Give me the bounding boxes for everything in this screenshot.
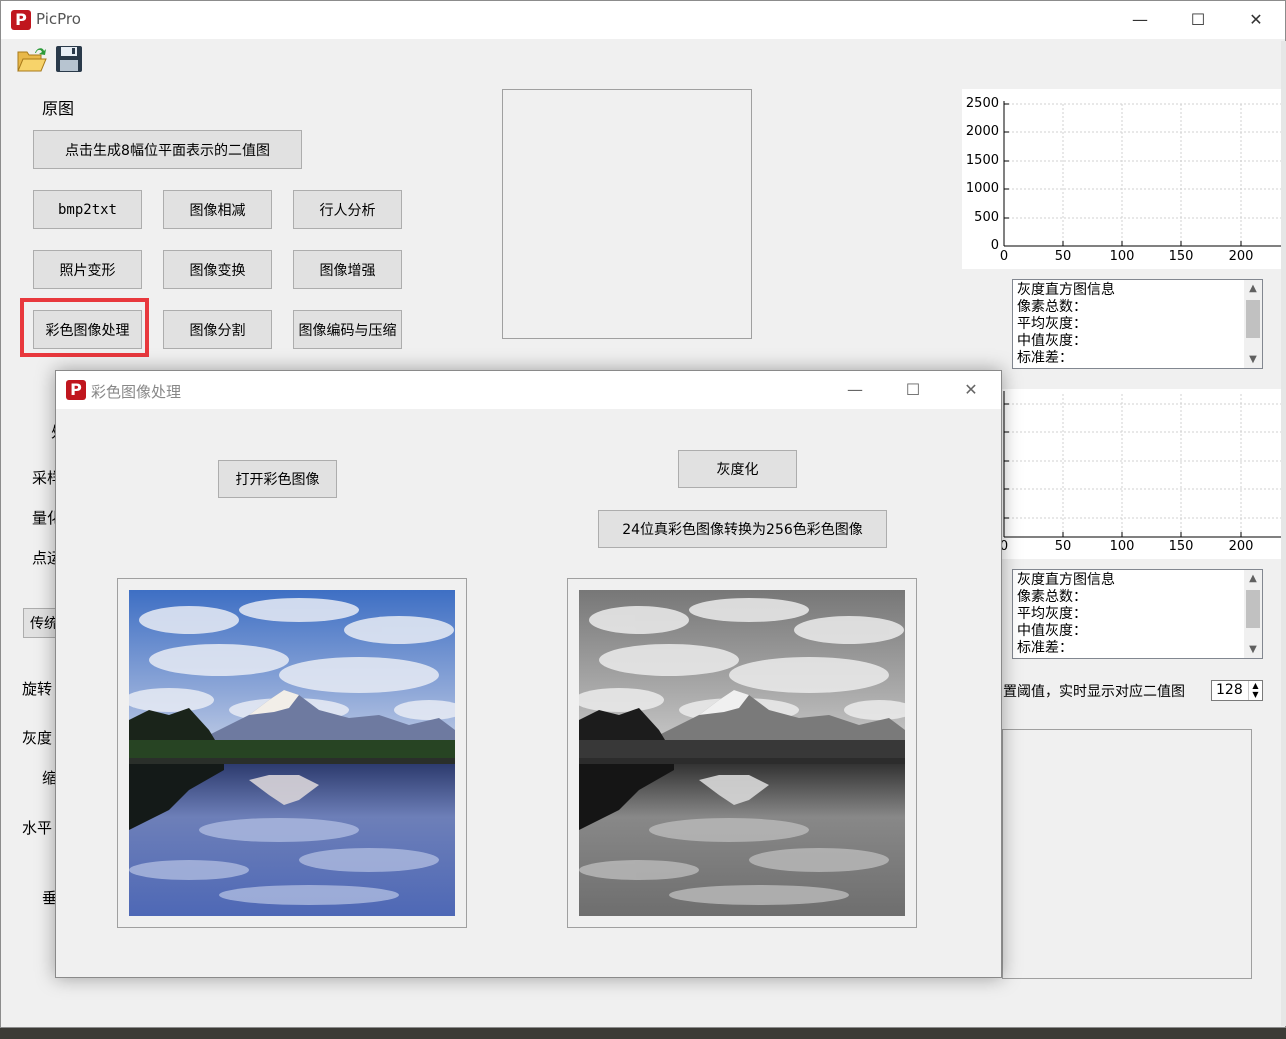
maximize-button[interactable]: ☐ [1169,1,1227,39]
original-label: 原图 [42,99,75,118]
histogram-info-box-2[interactable]: 灰度直方图信息 像素总数： 平均灰度： 中值灰度： 标准差： ▲ ▼ [1012,569,1263,659]
grayscale-image-frame [567,578,917,928]
x-tick-label: 100 [1109,249,1135,264]
color-processing-button[interactable]: 彩色图像处理 [33,310,142,349]
scroll-down-icon[interactable]: ▼ [1244,351,1262,368]
threshold-label: 置阈值，实时显示对应二值图 [1003,684,1185,700]
save-disk-icon[interactable] [55,45,83,73]
dialog-logo-icon: P [66,380,86,400]
scroll-thumb[interactable] [1246,300,1260,338]
x-tick-label: 150 [1168,539,1194,554]
left-label-fragment-6: 灰度 [22,729,53,747]
y-tick-label: 500 [974,210,999,225]
dialog-title-bar: P 彩色图像处理 — ☐ ✕ [56,371,1001,409]
scroll-up-icon[interactable]: ▲ [1244,570,1262,587]
image-subtract-button[interactable]: 图像相减 [163,190,272,229]
y-tick-label: 1500 [965,153,999,168]
scroll-down-icon[interactable]: ▼ [1244,641,1262,658]
y-tick-label: 2000 [965,124,999,139]
color-image-frame [117,578,467,928]
open-color-image-button[interactable]: 打开彩色图像 [218,460,337,498]
histogram-info-box-1[interactable]: 灰度直方图信息 像素总数： 平均灰度： 中值灰度： 标准差： ▲ ▼ [1012,279,1263,369]
color-landscape-image [129,590,455,916]
info-line: 平均灰度： [1017,316,1087,332]
convert-256-color-button[interactable]: 24位真彩色图像转换为256色彩色图像 [598,510,887,548]
x-tick-label: 150 [1168,249,1194,264]
dialog-minimize-button[interactable]: — [826,371,884,409]
y-tick-label: 2500 [965,96,999,111]
window-title: PicPro [36,10,81,28]
spin-arrows-icon[interactable]: ▲ ▼ [1248,681,1262,700]
color-processing-dialog: P 彩色图像处理 — ☐ ✕ 打开彩色图像 灰度化 24位真彩色图像转换为256… [55,370,1002,978]
left-label-fragment-5: 旋转 [22,680,53,698]
dialog-maximize-button[interactable]: ☐ [884,371,942,409]
x-tick-label: 200 [1228,539,1254,554]
image-enhance-button[interactable]: 图像增强 [293,250,402,289]
threshold-value: 128 [1216,682,1243,698]
binary-image-panel [1002,729,1252,979]
info-line: 灰度直方图信息 [1017,282,1115,298]
dialog-close-button[interactable]: ✕ [942,371,1000,409]
title-bar: P PicPro — ☐ ✕ [1,1,1285,39]
info-line: 中值灰度： [1017,333,1087,349]
y-tick-label: 1000 [965,181,999,196]
grayscale-button[interactable]: 灰度化 [678,450,797,488]
threshold-spinbox[interactable]: 128 ▲ ▼ [1211,680,1263,701]
minimize-button[interactable]: — [1111,1,1169,39]
info-line: 灰度直方图信息 [1017,572,1115,588]
grayscale-landscape-image [579,590,905,916]
scroll-up-icon[interactable]: ▲ [1244,280,1262,297]
x-tick-label: 100 [1109,539,1135,554]
info-line: 标准差： [1017,640,1073,656]
original-image-panel [502,89,752,339]
left-label-fragment-8: 水平 [22,819,53,837]
bitplane-button[interactable]: 点击生成8幅位平面表示的二值图 [33,130,302,169]
info-line: 像素总数： [1017,589,1087,605]
dialog-title: 彩色图像处理 [91,383,182,401]
info-line: 标准差： [1017,350,1073,366]
toolbar [1,39,1285,77]
image-transform-button[interactable]: 图像变换 [163,250,272,289]
open-folder-icon[interactable] [17,45,47,73]
window-edge-strip [1281,41,1286,1026]
image-codec-button[interactable]: 图像编码与压缩 [293,310,402,349]
pedestrian-analysis-button[interactable]: 行人分析 [293,190,402,229]
photo-warp-button[interactable]: 照片变形 [33,250,142,289]
info-line: 平均灰度： [1017,606,1087,622]
histogram-chart-2: 0 50 100 150 200 [962,389,1286,559]
x-tick-label: 50 [1054,539,1072,554]
app-logo-icon: P [11,10,31,30]
info-line: 中值灰度： [1017,623,1087,639]
vertical-scrollbar[interactable]: ▲ ▼ [1244,280,1262,368]
x-tick-label: 200 [1228,249,1254,264]
info-line: 像素总数： [1017,299,1087,315]
x-tick-label: 0 [999,249,1009,264]
bmp2txt-button[interactable]: bmp2txt [33,190,142,229]
image-segment-button[interactable]: 图像分割 [163,310,272,349]
scroll-thumb[interactable] [1246,590,1260,628]
x-tick-label: 50 [1054,249,1072,264]
histogram-chart-1: 2500 2000 1500 1000 500 0 0 50 100 150 2… [962,89,1286,269]
close-button[interactable]: ✕ [1227,1,1285,39]
vertical-scrollbar[interactable]: ▲ ▼ [1244,570,1262,658]
